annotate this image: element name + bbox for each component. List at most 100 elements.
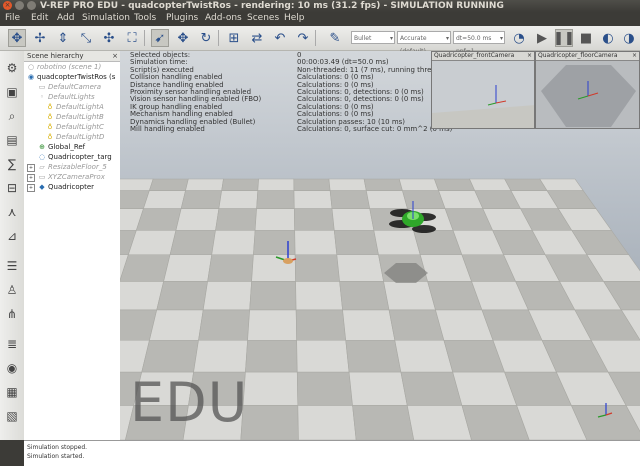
floor-tile bbox=[120, 178, 154, 191]
close-icon[interactable]: × bbox=[112, 51, 118, 61]
camera-shift-button[interactable]: ⇕ bbox=[54, 29, 72, 47]
scene-icon: ◉ bbox=[27, 73, 35, 81]
floor-camera-view[interactable]: Quadricopter_floorCamera × bbox=[535, 51, 640, 129]
status-console[interactable]: Simulation stopped. Simulation started. bbox=[24, 440, 640, 466]
menu-file[interactable]: File bbox=[5, 13, 20, 23]
hierarchy-item-defaultlights[interactable]: ◦ DefaultLights bbox=[38, 92, 95, 102]
window-maximize-button[interactable] bbox=[27, 1, 36, 10]
floor-tile bbox=[249, 281, 297, 311]
hierarchy-item-robotino[interactable]: ○ robotino (scene 1) bbox=[27, 62, 101, 72]
rabbit-icon: ◑ bbox=[623, 30, 635, 46]
hierarchy-item-defaultlightc[interactable]: ♁ DefaultLightC bbox=[46, 122, 104, 132]
slow-down-button[interactable]: ◐ bbox=[599, 29, 617, 47]
pause-simulation-button[interactable]: ❚❚ bbox=[553, 29, 575, 47]
shapes-edit-button[interactable]: ⊿ bbox=[3, 227, 21, 245]
hierarchy-item-defaultlightd[interactable]: ♁ DefaultLightD bbox=[46, 132, 104, 142]
hierarchy-item-quadcoptertwistros[interactable]: ◉ quadcopterTwistRos (s bbox=[27, 72, 115, 82]
undo-button[interactable]: ↶ bbox=[271, 29, 289, 47]
object-shift-button[interactable]: ✥ bbox=[174, 29, 192, 47]
floor-camera-render bbox=[536, 61, 639, 128]
selection-button[interactable]: ▣ bbox=[3, 83, 21, 101]
toggle-view-button[interactable]: ◉ bbox=[3, 359, 21, 377]
timestep-select[interactable]: dt=50.0 ms ppf=1▾ bbox=[453, 31, 505, 55]
floor-tile bbox=[329, 190, 371, 210]
floor-tile bbox=[398, 178, 440, 191]
collections-button[interactable]: ⊟ bbox=[3, 179, 21, 197]
hierarchy-item-quadricopter[interactable]: ◆ Quadricopter bbox=[38, 182, 94, 192]
hierarchy-item-quadricopter-target[interactable]: ◌ Quadricopter_targ bbox=[38, 152, 112, 162]
layers-button[interactable]: ☰ bbox=[3, 257, 21, 275]
hierarchy-item-defaultlighta[interactable]: ♁ DefaultLightA bbox=[46, 102, 103, 112]
floor-tile bbox=[240, 405, 299, 440]
redo-button[interactable]: ↷ bbox=[294, 29, 312, 47]
shape-icon: ◆ bbox=[39, 183, 45, 191]
click-select-button[interactable]: ➹ bbox=[151, 29, 169, 47]
hierarchy-item-resizablefloor[interactable]: ▱ ResizableFloor_5 bbox=[38, 162, 107, 172]
expand-toggle[interactable]: + bbox=[27, 184, 35, 192]
user-settings-button[interactable]: ♙ bbox=[3, 281, 21, 299]
menu-add[interactable]: Add bbox=[57, 13, 74, 23]
camera-icon: ▭ bbox=[38, 83, 46, 91]
close-icon[interactable]: × bbox=[632, 52, 637, 60]
shape-edit-icon: ⊿ bbox=[6, 229, 18, 243]
zoom-arrows-icon: ⤡ bbox=[80, 30, 92, 46]
light-bulb-icon: ♁ bbox=[47, 123, 53, 131]
cursor-icon: ➹ bbox=[154, 30, 166, 46]
expand-toggle[interactable]: + bbox=[27, 164, 35, 172]
hierarchy-item-defaultcamera[interactable]: ▭ DefaultCamera bbox=[38, 82, 101, 92]
scene-object-properties-button[interactable]: ▤ bbox=[3, 131, 21, 149]
speed-up-button[interactable]: ◑ bbox=[620, 29, 638, 47]
scene-viewport[interactable]: Selected objects: Simulation time: Scrip… bbox=[120, 51, 640, 440]
menu-scenes[interactable]: Scenes bbox=[247, 13, 279, 23]
front-camera-view[interactable]: Quadricopter_frontCamera × bbox=[431, 51, 535, 129]
start-simulation-button[interactable]: ▶ bbox=[533, 29, 551, 47]
camera-angle-button[interactable]: ✣ bbox=[100, 29, 118, 47]
menu-help[interactable]: Help bbox=[284, 13, 305, 23]
floor-tile bbox=[342, 309, 396, 341]
menu-simulation[interactable]: Simulation bbox=[82, 13, 130, 23]
assembly-button[interactable]: ⊞ bbox=[225, 29, 243, 47]
physics-engine-select[interactable]: Bullet ▾ bbox=[351, 31, 395, 44]
page-selector-button[interactable]: ▦ bbox=[3, 383, 21, 401]
floor-tile bbox=[348, 371, 408, 406]
floor-tile bbox=[333, 230, 379, 256]
model-browser-button[interactable]: ⌕ bbox=[3, 107, 21, 125]
layers-stack-button[interactable]: ≣ bbox=[3, 335, 21, 353]
object-rotate-button[interactable]: ↻ bbox=[197, 29, 215, 47]
scripts-button[interactable]: ⋏ bbox=[3, 203, 21, 221]
floor-tile bbox=[297, 405, 357, 440]
window-close-button[interactable]: × bbox=[3, 1, 12, 10]
menu-plugins[interactable]: Plugins bbox=[166, 13, 198, 23]
simulation-settings-button[interactable]: ⚙ bbox=[3, 59, 21, 77]
floor-tile bbox=[433, 178, 476, 191]
transfer-dna-button[interactable]: ⇄ bbox=[248, 29, 266, 47]
accuracy-select[interactable]: Accurate (default)▾ bbox=[397, 31, 451, 55]
menu-bar: File Edit Add Simulation Tools Plugins A… bbox=[0, 12, 640, 26]
calculation-modules-button[interactable]: ∑ bbox=[3, 155, 21, 173]
vertical-arrows-icon: ⇕ bbox=[57, 30, 69, 46]
camera-zoom-button[interactable]: ⤡ bbox=[77, 29, 95, 47]
camera-pan-button[interactable]: ✥ bbox=[8, 29, 26, 47]
hierarchy-item-global-ref[interactable]: ⊕ Global_Ref bbox=[38, 142, 85, 152]
menu-tools[interactable]: Tools bbox=[134, 13, 156, 23]
hierarchy-item-defaultlightb[interactable]: ♁ DefaultLightB bbox=[46, 112, 103, 122]
main-toolbar: ✥ ✢ ⇕ ⤡ ✣ ⛶ ➹ ✥ ↻ ⊞ ⇄ ↶ ↷ ✎ Bullet ▾ Accu… bbox=[0, 26, 640, 55]
scene-selector-button[interactable]: ▧ bbox=[3, 407, 21, 425]
menu-edit[interactable]: Edit bbox=[31, 13, 48, 23]
camera-rotate-button[interactable]: ✢ bbox=[31, 29, 49, 47]
expand-toggle[interactable]: + bbox=[27, 174, 35, 182]
window-controls: × bbox=[3, 1, 36, 10]
floor-tile bbox=[373, 230, 421, 256]
hierarchy-item-xyzcameraprox[interactable]: ▭ XYZCameraProx bbox=[38, 172, 105, 182]
realtime-button[interactable]: ◔ bbox=[510, 29, 528, 47]
path-edit-button[interactable]: ⋔ bbox=[3, 305, 21, 323]
floor-tile bbox=[149, 309, 204, 341]
pause-icon: ❚❚ bbox=[553, 30, 575, 46]
window-minimize-button[interactable] bbox=[15, 1, 24, 10]
close-icon[interactable]: × bbox=[527, 52, 532, 60]
fit-to-view-button[interactable]: ⛶ bbox=[123, 29, 141, 47]
stop-simulation-button[interactable]: ■ bbox=[577, 29, 595, 47]
dynamics-settings-button[interactable]: ✎ bbox=[326, 29, 344, 47]
menu-addons[interactable]: Add-ons bbox=[205, 13, 242, 23]
selection-icon: ▣ bbox=[6, 85, 18, 99]
